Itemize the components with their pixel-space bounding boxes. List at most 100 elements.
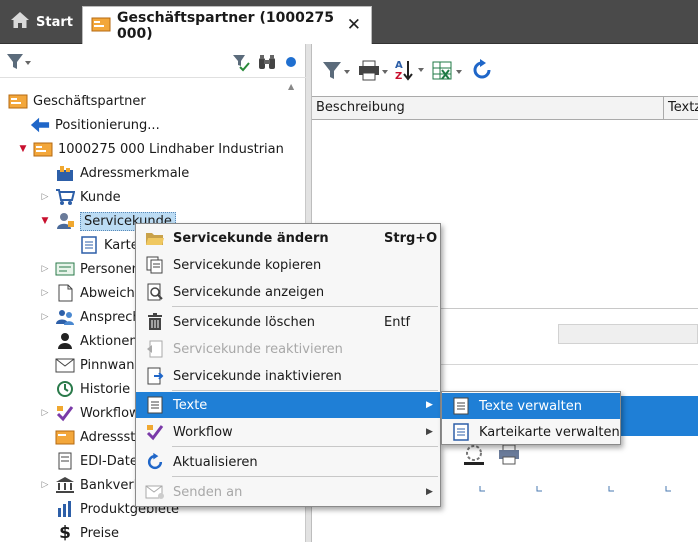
tree-item-adressstr[interactable]: Adressstr — [40, 426, 141, 448]
trash-icon — [140, 313, 170, 331]
expand-arrow-icon[interactable]: ▷ — [40, 408, 50, 418]
submenu-arrow-icon: ▶ — [426, 427, 433, 437]
menu-item-servicekunde-kopieren[interactable]: Servicekunde kopieren — [136, 252, 440, 278]
scroll-up-arrow[interactable]: ▲ — [288, 82, 294, 91]
send-mail-icon — [140, 484, 170, 500]
tree-item-workflow[interactable]: ▷ Workflow — [40, 402, 140, 424]
collapse-arrow-icon[interactable]: ▼ — [40, 216, 50, 226]
print-icon[interactable] — [358, 60, 390, 86]
reactivate-icon — [140, 340, 170, 358]
edi-data-icon — [55, 452, 75, 470]
tree-item-ansprech[interactable]: ▷ Ansprech — [40, 306, 141, 328]
address-structure-icon — [55, 428, 75, 446]
menu-item-label: Senden an — [173, 484, 243, 500]
column-header-textz[interactable]: Textz — [664, 97, 698, 119]
menu-separator — [172, 390, 438, 391]
tree-item-personen[interactable]: ▷ Personen — [40, 258, 140, 280]
tree-item-label: Personen — [80, 261, 140, 277]
copy-icon — [140, 256, 170, 274]
tree-item-aktionen[interactable]: Aktionen — [40, 330, 138, 352]
tree-positioning-label: Positionierung... — [55, 117, 160, 133]
tab-start[interactable]: Start — [0, 0, 80, 44]
status-dot-icon — [286, 57, 296, 67]
tree-item-label: Aktionen — [80, 333, 138, 349]
document-icon — [140, 396, 170, 414]
menu-separator — [172, 306, 438, 307]
business-partner-icon — [8, 92, 28, 110]
filter-check-icon[interactable] — [232, 54, 250, 76]
deactivate-icon — [140, 367, 170, 385]
submenu-item-karteikarte-verwalten[interactable]: Karteikarte verwalten — [442, 419, 620, 445]
tree-item-pinnwand[interactable]: Pinnwand — [40, 354, 143, 376]
arrow-left-icon — [30, 116, 50, 134]
menu-item-label: Karteikarte verwalten — [479, 424, 620, 440]
tree-item-label: Adressstr — [80, 429, 141, 445]
filter-icon[interactable] — [6, 52, 32, 76]
tree-root[interactable]: Geschäftspartner — [8, 90, 146, 112]
menu-item-servicekunde-anzeigen[interactable]: Servicekunde anzeigen — [136, 279, 440, 305]
tree-item-label: Pinnwand — [80, 357, 143, 373]
tree-item-abweiche[interactable]: ▷ Abweiche — [40, 282, 143, 304]
expand-arrow-icon[interactable]: ▷ — [40, 192, 50, 202]
close-icon[interactable]: ✕ — [347, 15, 361, 35]
context-menu: Servicekunde ändern Strg+O Servicekunde … — [135, 223, 441, 507]
menu-item-label: Texte verwalten — [479, 398, 583, 414]
tree-partner[interactable]: ▼ 1000275 000 Lindhaber Industrian — [18, 138, 284, 160]
expand-arrow-icon[interactable]: ▷ — [40, 288, 50, 298]
deviating-address-icon — [55, 284, 75, 302]
detail-toolbar: AZ — [312, 44, 698, 96]
card-index-icon — [79, 236, 99, 254]
tab-geschaeftspartner-label: Geschäftspartner (1000275 000) — [117, 9, 335, 42]
view-document-icon — [140, 283, 170, 301]
pinboard-icon — [55, 356, 75, 374]
tree-item-preise[interactable]: $ Preise — [40, 522, 119, 544]
workflow-icon — [140, 423, 170, 441]
tree-item-label: Workflow — [80, 405, 140, 421]
tree-positioning[interactable]: Positionierung... — [30, 114, 160, 136]
refresh-icon[interactable] — [470, 58, 494, 86]
tree-item-edi-daten[interactable]: EDI-Date — [40, 450, 138, 472]
binoculars-icon[interactable] — [258, 54, 276, 74]
expand-arrow-icon[interactable]: ▷ — [40, 480, 50, 490]
tree-item-kunde[interactable]: ▷ Kunde — [40, 186, 121, 208]
menu-item-servicekunde-inaktivieren[interactable]: Servicekunde inaktivieren — [136, 363, 440, 389]
menu-item-aktualisieren[interactable]: Aktualisieren — [136, 449, 440, 475]
tree-item-label: Preise — [80, 525, 120, 541]
cart-icon — [55, 188, 75, 206]
menu-item-senden-an: Senden an ▶ — [136, 479, 440, 505]
tree-toolbar — [0, 44, 306, 78]
submenu-item-texte-verwalten[interactable]: Texte verwalten — [442, 393, 620, 419]
service-customer-icon — [55, 212, 75, 230]
print-icon[interactable] — [498, 444, 520, 470]
tree-item-historie[interactable]: Historie — [40, 378, 130, 400]
menu-item-texte[interactable]: Texte ▶ — [136, 392, 440, 418]
menu-item-label: Aktualisieren — [173, 454, 258, 470]
tree-item-kartei[interactable]: Kartei — [64, 234, 142, 256]
tree-item-adressmerkmale[interactable]: Adressmerkmale — [40, 162, 189, 184]
column-header-beschreibung[interactable]: Beschreibung — [312, 97, 664, 119]
tree-item-label: Historie — [80, 381, 131, 397]
sort-az-icon[interactable]: AZ — [394, 58, 426, 86]
workflow-icon — [55, 404, 75, 422]
filter-icon[interactable] — [322, 60, 352, 86]
tab-geschaeftspartner[interactable]: Geschäftspartner (1000275 000) ✕ — [82, 6, 372, 44]
tree-item-label: EDI-Date — [80, 453, 138, 469]
address-features-icon — [55, 164, 75, 182]
card-index-icon — [446, 423, 476, 441]
menu-item-servicekunde-aendern[interactable]: Servicekunde ändern Strg+O — [136, 225, 440, 251]
expand-arrow-icon[interactable]: ▷ — [40, 264, 50, 274]
prices-icon: $ — [59, 523, 71, 543]
business-partner-icon — [91, 16, 111, 36]
grid-header: Beschreibung Textz — [312, 96, 698, 120]
texte-submenu: Texte verwalten Karteikarte verwalten — [441, 391, 621, 445]
expand-arrow-icon[interactable]: ▷ — [40, 312, 50, 322]
refresh-icon — [140, 452, 170, 472]
collapse-arrow-icon[interactable]: ▼ — [18, 144, 28, 154]
contact-persons-icon — [55, 308, 75, 326]
menu-item-servicekunde-loeschen[interactable]: Servicekunde löschen Entf — [136, 309, 440, 335]
tree-item-bankverb[interactable]: ▷ Bankverb — [40, 474, 142, 496]
format-icon[interactable] — [462, 444, 486, 470]
excel-export-icon[interactable] — [432, 60, 464, 86]
menu-item-workflow[interactable]: Workflow ▶ — [136, 419, 440, 445]
menu-item-label: Servicekunde anzeigen — [173, 284, 325, 300]
